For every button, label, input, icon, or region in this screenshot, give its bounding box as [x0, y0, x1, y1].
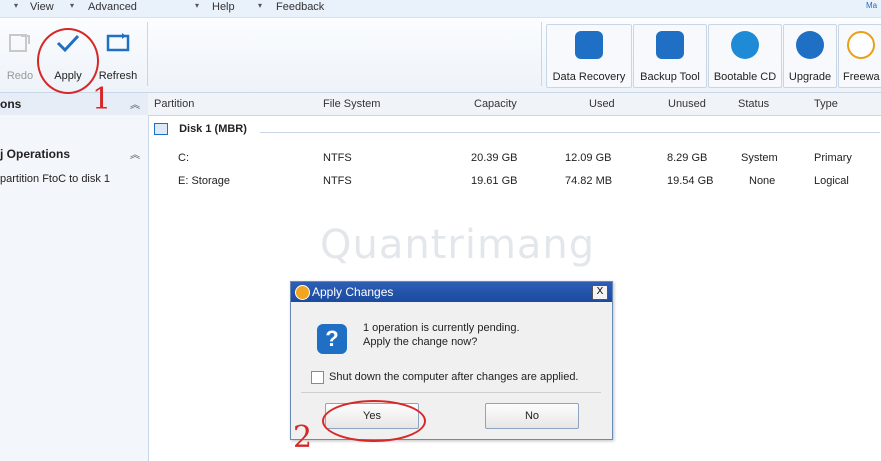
data-recovery-icon — [575, 31, 603, 59]
question-icon: ? — [317, 324, 347, 354]
refresh-icon — [106, 33, 130, 52]
watermark: Quantrimang — [320, 222, 596, 268]
upgrade-icon — [796, 31, 824, 59]
bootable-cd-button[interactable]: Bootable CD — [708, 24, 782, 88]
shutdown-checkbox[interactable] — [311, 371, 324, 384]
sidebar-section-pending[interactable]: j Operations ︽ — [0, 143, 148, 165]
toolbar-divider — [541, 22, 542, 86]
cell-partition: E: Storage — [178, 175, 230, 187]
cell-used: 74.82 MB — [565, 175, 613, 187]
col-file-system[interactable]: File System — [323, 98, 380, 110]
dialog-title: Apply Changes — [312, 285, 394, 299]
freeware-icon — [846, 31, 875, 59]
cell-used: 12.09 GB — [565, 152, 612, 164]
menu-arrow-icon: ▾ — [14, 1, 19, 10]
dialog-message-line1: 1 operation is currently pending. — [363, 322, 520, 334]
cell-capacity: 20.39 GB — [471, 152, 518, 164]
cell-capacity: 19.61 GB — [471, 175, 518, 187]
refresh-label: Refresh — [98, 70, 138, 82]
annotation-circle-yes — [322, 400, 426, 442]
upgrade-label: Upgrade — [788, 71, 832, 83]
col-status[interactable]: Status — [738, 98, 769, 110]
redo-label: Redo — [6, 70, 34, 82]
menu-help[interactable]: Help — [212, 1, 235, 13]
sidebar: ons ︽ j Operations ︽ partition FtoC to d… — [0, 93, 149, 461]
sidebar-section-title: ons — [0, 97, 22, 111]
bootable-cd-label: Bootable CD — [713, 71, 777, 83]
close-icon[interactable]: X — [592, 285, 608, 300]
shutdown-checkbox-label[interactable]: Shut down the computer after changes are… — [329, 371, 579, 383]
app-icon — [295, 285, 310, 300]
menu-arrow-icon: ▾ — [195, 1, 200, 10]
dialog-titlebar[interactable]: Apply Changes X — [291, 282, 612, 302]
menu-view[interactable]: View — [30, 1, 54, 13]
dialog-message-line2: Apply the change now? — [363, 336, 478, 348]
menu-bar: ▾ View ▾ Advanced ▾ Help ▾ Feedback Ma — [0, 0, 881, 18]
redo-icon — [9, 34, 30, 52]
dialog-divider — [301, 392, 601, 393]
col-capacity[interactable]: Capacity — [474, 98, 517, 110]
no-button[interactable]: No — [485, 403, 579, 429]
col-used[interactable]: Used — [589, 98, 615, 110]
data-recovery-label: Data Recovery — [552, 71, 626, 83]
annotation-step-1: 1 — [92, 82, 112, 117]
sidebar-section-operations[interactable]: ons ︽ — [0, 93, 148, 115]
col-unused[interactable]: Unused — [668, 98, 706, 110]
freeware-label: Freewa — [843, 71, 880, 83]
disk-label: Disk 1 (MBR) — [179, 123, 247, 135]
cell-file-system: NTFS — [323, 175, 352, 187]
menu-advanced[interactable]: Advanced — [88, 1, 137, 13]
backup-tool-icon — [656, 31, 684, 59]
cell-unused: 19.54 GB — [667, 175, 714, 187]
annotation-circle-apply — [37, 28, 99, 94]
cell-unused: 8.29 GB — [667, 152, 708, 164]
annotation-step-2: 2 — [293, 420, 313, 455]
cell-partition: C: — [178, 152, 189, 164]
cell-file-system: NTFS — [323, 152, 352, 164]
pending-operation-item[interactable]: partition FtoC to disk 1 — [0, 173, 110, 185]
menu-arrow-icon: ▾ — [70, 1, 75, 10]
freeware-button[interactable]: Freewa — [838, 24, 881, 88]
toolbar-divider — [147, 22, 148, 86]
redo-button[interactable]: Redo — [2, 18, 38, 90]
brand-logo: Ma — [866, 1, 878, 10]
menu-arrow-icon: ▾ — [258, 1, 263, 10]
cell-type: Primary — [814, 152, 852, 164]
refresh-button[interactable]: Refresh — [94, 18, 142, 90]
col-partition[interactable]: Partition — [154, 98, 194, 110]
table-header: Partition File System Capacity Used Unus… — [148, 93, 881, 116]
backup-tool-label: Backup Tool — [640, 71, 700, 83]
collapse-icon[interactable]: ︽ — [130, 146, 140, 161]
bootable-cd-icon — [731, 31, 759, 59]
cell-status: None — [749, 175, 776, 187]
disk-icon — [154, 123, 168, 136]
disk-divider — [260, 132, 880, 133]
data-recovery-button[interactable]: Data Recovery — [546, 24, 632, 88]
collapse-icon[interactable]: ︽ — [130, 96, 140, 111]
sidebar-section-title: j Operations — [0, 147, 71, 161]
menu-feedback[interactable]: Feedback — [276, 1, 324, 13]
backup-tool-button[interactable]: Backup Tool — [633, 24, 707, 88]
toolbar: Redo Apply Refresh Data Recovery Backup … — [0, 18, 881, 93]
col-type[interactable]: Type — [814, 98, 838, 110]
cell-status: System — [741, 152, 778, 164]
disk-row[interactable]: Disk 1 (MBR) — [154, 123, 247, 136]
upgrade-button[interactable]: Upgrade — [783, 24, 837, 88]
cell-type: Logical — [814, 175, 849, 187]
